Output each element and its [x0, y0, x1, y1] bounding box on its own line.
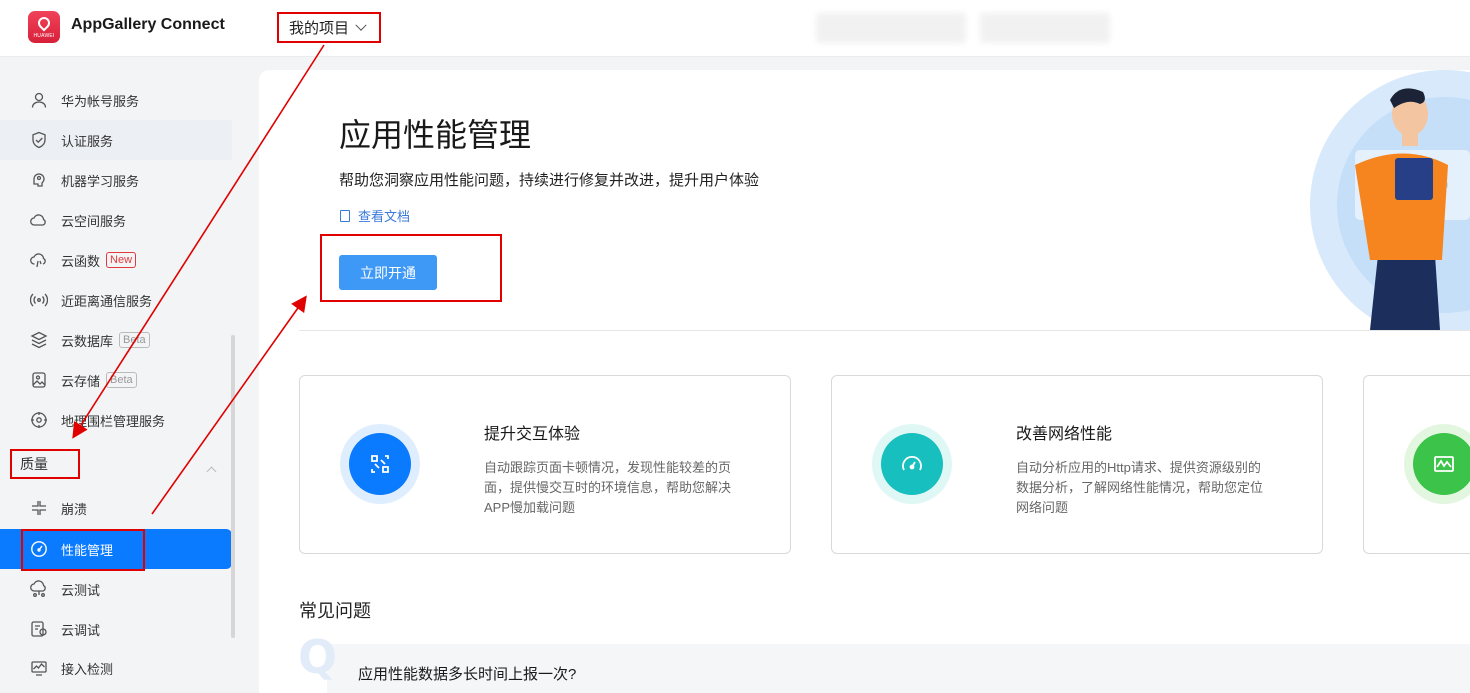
brain-icon: [28, 169, 50, 191]
feature-card-interaction: 提升交互体验 自动跟踪页面卡顿情况，发现性能较差的页面，提供慢交互时的环境信息，…: [299, 375, 791, 554]
sidebar-scrollbar[interactable]: [231, 335, 235, 638]
card-description: 自动跟踪页面卡顿情况，发现性能较差的页面，提供慢交互时的环境信息，帮助您解决AP…: [484, 460, 732, 515]
hero-divider: [299, 330, 1470, 331]
sidebar-item-label: 机器学习服务: [61, 173, 140, 189]
blurred-user-menu: [980, 13, 1110, 43]
enable-now-button[interactable]: 立即开通: [339, 255, 437, 290]
hero-illustration: [1310, 70, 1470, 330]
feature-card-network: 改善网络性能 自动分析应用的Http请求、提供资源级别的数据分析，了解网络性能情…: [831, 375, 1323, 554]
sidebar-item-cloud-test[interactable]: 云测试: [0, 569, 232, 609]
top-bar: HUAWEI AppGallery Connect 我的项目: [0, 0, 1470, 57]
sidebar-item-label: 认证服务: [61, 133, 114, 149]
new-badge: New: [106, 252, 137, 268]
sidebar-item-cloud-debug[interactable]: 云调试: [0, 609, 232, 649]
sidebar-item-label: 近距离通信服务: [61, 293, 153, 309]
sidebar-item-label: 云函数: [61, 253, 101, 269]
project-selector[interactable]: 我的项目: [277, 12, 381, 43]
sidebar-item-label: 云空间服务: [61, 213, 127, 229]
crash-icon: [28, 497, 50, 519]
shield-icon: [28, 129, 50, 151]
user-icon: [28, 89, 50, 111]
sidebar-item-geofence[interactable]: 地理围栏管理服务: [0, 400, 232, 440]
monitor-icon: [28, 657, 50, 679]
sidebar-item-label: 地理围栏管理服务: [61, 413, 166, 429]
sidebar-item-auth[interactable]: 认证服务: [0, 120, 232, 160]
beta-badge: Beta: [106, 372, 137, 388]
sidebar-item-cloud-db[interactable]: 云数据库 Beta: [0, 320, 232, 360]
chevron-down-icon: [355, 19, 367, 31]
sidebar-item-label: 接入检测: [61, 661, 114, 677]
project-selector-label: 我的项目: [289, 20, 350, 37]
page-title: 应用性能管理: [339, 117, 532, 153]
sidebar-item-performance[interactable]: 性能管理: [0, 529, 232, 569]
sidebar-item-label: 性能管理: [61, 542, 114, 558]
sidebar-item-access-check[interactable]: 接入检测: [0, 648, 232, 688]
logo-text: HUAWEI: [33, 33, 55, 39]
sidebar-item-label: 崩溃: [61, 501, 88, 517]
sidebar-item-ml[interactable]: 机器学习服务: [0, 160, 232, 200]
app-title[interactable]: AppGallery Connect: [71, 16, 225, 34]
sidebar-item-cloud-space[interactable]: 云空间服务: [0, 200, 232, 240]
sidebar-item-label: 云测试: [61, 582, 101, 598]
database-icon: [28, 329, 50, 351]
speedometer-icon: [881, 433, 943, 495]
faq-title: 常见问题: [299, 601, 371, 621]
card-title: 提升交互体验: [484, 426, 581, 443]
geofence-icon: [28, 409, 50, 431]
blurred-account-info: [816, 13, 966, 43]
feature-card-third: [1363, 375, 1470, 554]
cloud-test-icon: [28, 578, 50, 600]
card-description: 自动分析应用的Http请求、提供资源级别的数据分析，了解网络性能情况，帮助您定位…: [1016, 460, 1264, 515]
logo-petal-icon: [35, 14, 53, 32]
nearby-icon: [28, 289, 50, 311]
gauge-icon: [28, 538, 50, 560]
view-docs-link[interactable]: 查看文档: [340, 206, 410, 225]
beta-badge: Beta: [119, 332, 150, 348]
faq-q-icon: Q: [298, 630, 338, 684]
sidebar-item-crash[interactable]: 崩溃: [0, 488, 232, 528]
sidebar-item-cloud-storage[interactable]: 云存储 Beta: [0, 360, 232, 400]
sidebar-item-label: 华为帐号服务: [61, 93, 140, 109]
card-title: 改善网络性能: [1016, 426, 1113, 443]
sidebar-item-nearby[interactable]: 近距离通信服务: [0, 280, 232, 320]
view-docs-label: 查看文档: [358, 209, 411, 224]
cloud-function-icon: [28, 249, 50, 271]
cloud-icon: [28, 209, 50, 231]
section-label: 质量: [20, 456, 48, 472]
faq-question[interactable]: 应用性能数据多长时间上报一次?: [358, 663, 576, 684]
page-subtitle: 帮助您洞察应用性能问题，持续进行修复并改进，提升用户体验: [339, 172, 760, 189]
interaction-icon: [349, 433, 411, 495]
document-icon: [340, 209, 350, 222]
sidebar-item-account[interactable]: 华为帐号服务: [0, 80, 232, 120]
sidebar-item-label: 云存储: [61, 373, 101, 389]
sidebar-item-cloud-function[interactable]: 云函数 New: [0, 240, 232, 280]
storage-icon: [28, 369, 50, 391]
sidebar-item-label: 云数据库: [61, 333, 114, 349]
sidebar-item-label: 云调试: [61, 622, 101, 638]
chart-icon: [1413, 433, 1470, 495]
cloud-debug-icon: [28, 618, 50, 640]
huawei-logo[interactable]: HUAWEI: [28, 11, 60, 43]
section-quality[interactable]: 质量: [10, 449, 80, 479]
